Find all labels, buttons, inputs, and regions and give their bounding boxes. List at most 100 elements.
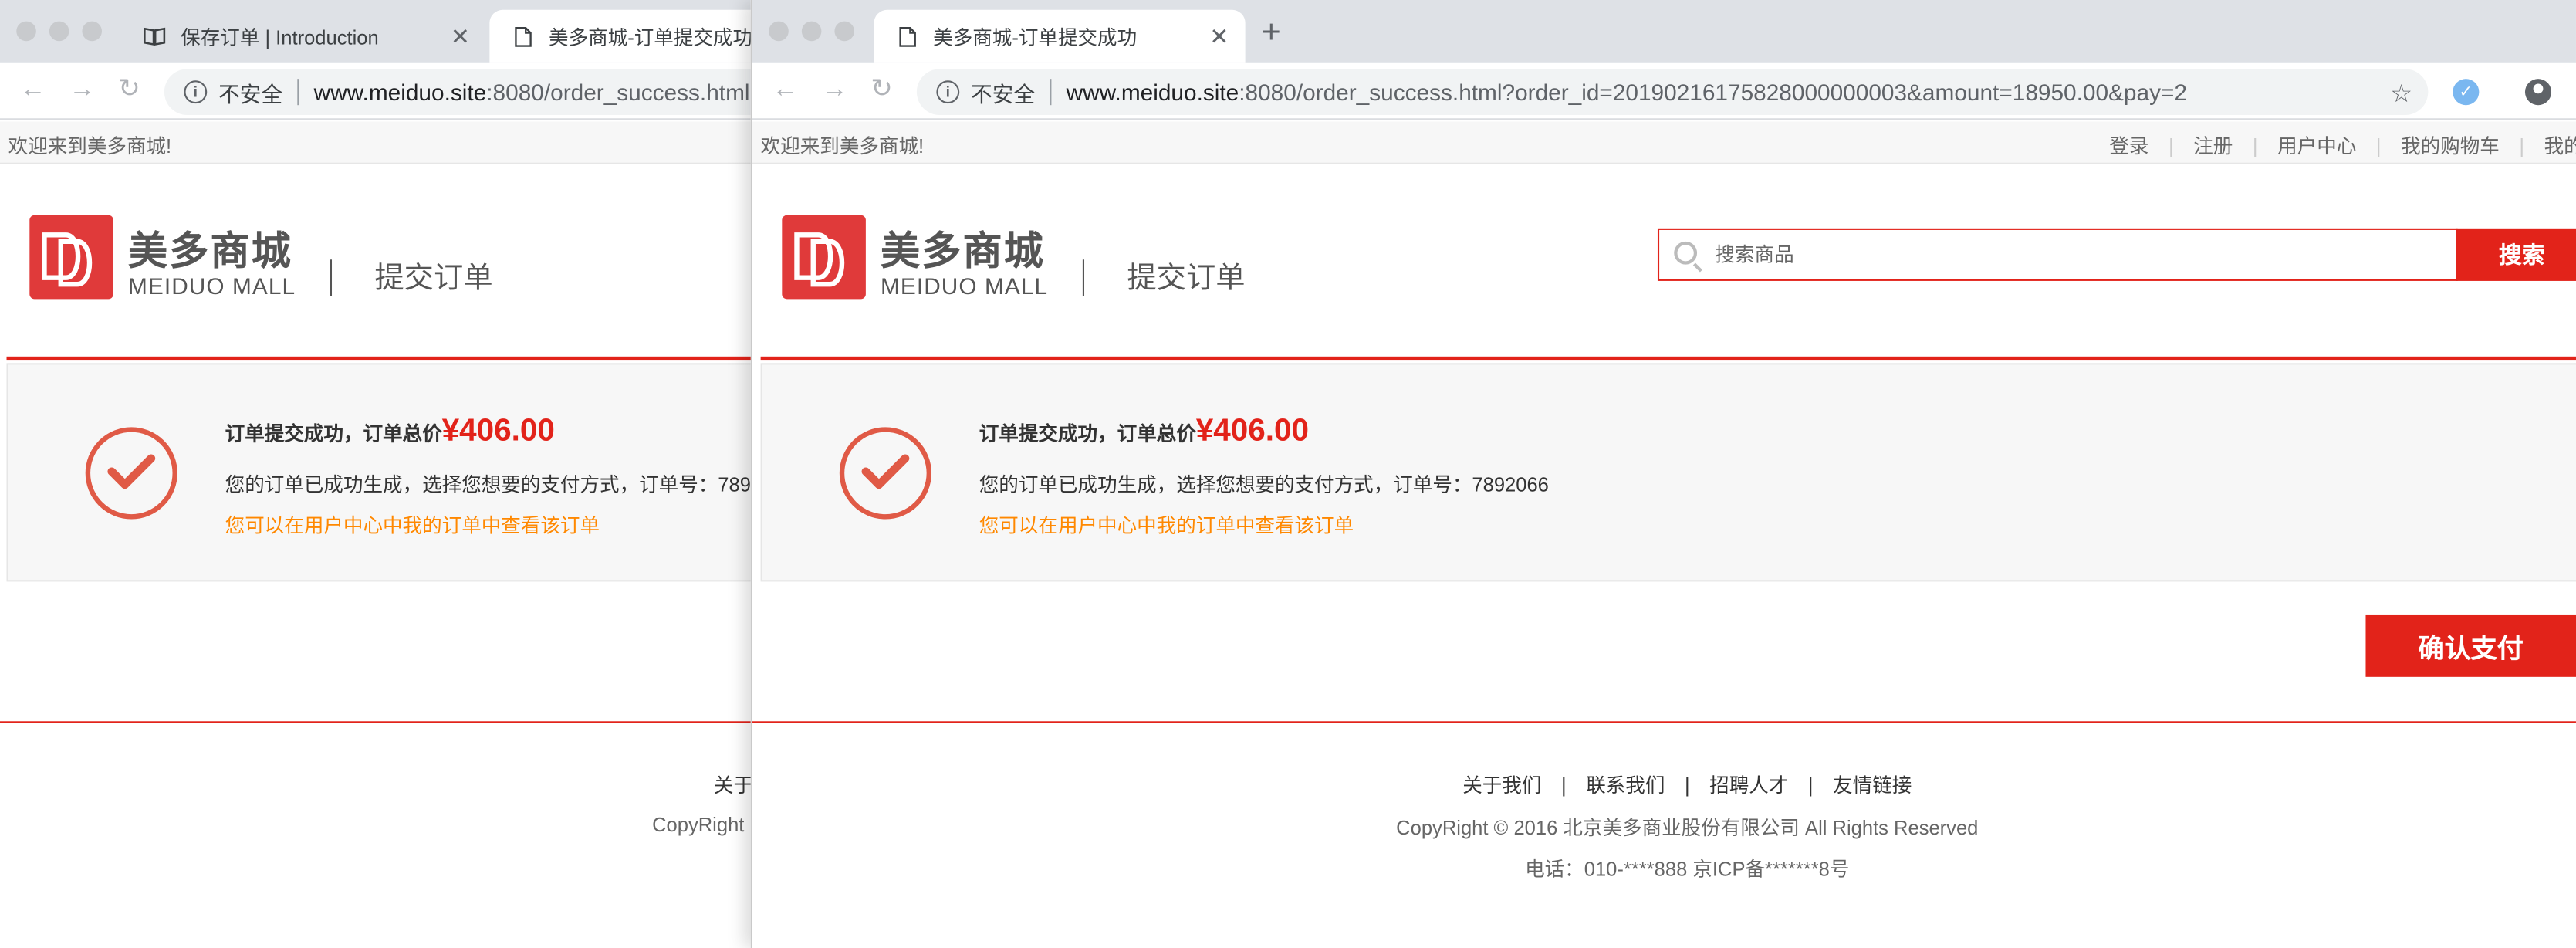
tab-label: 美多商城-订单提交成功 <box>549 25 751 49</box>
divider <box>1050 79 1052 106</box>
user-links: 登录 | 注册 | 用户中心 | 我的购物车 | 我的订单 <box>2109 131 2576 159</box>
divider: | <box>2519 134 2525 158</box>
forward-arrow-icon[interactable]: → <box>69 76 95 105</box>
divider: | <box>1807 774 1814 797</box>
header-divider <box>760 356 2576 361</box>
page-subtitle: 提交订单 <box>1082 259 1246 296</box>
page-subtitle: 提交订单 <box>330 259 493 296</box>
left-browser-window: 保存订单 | Introduction ✕ 美多商城-订单提交成功 ← → ↻ … <box>0 0 751 948</box>
back-arrow-icon[interactable]: ← <box>772 76 799 105</box>
maximize-window-button[interactable] <box>82 21 102 42</box>
order-total: ¥406.00 <box>441 414 555 449</box>
close-tab-icon[interactable]: ✕ <box>451 23 470 51</box>
search-input[interactable] <box>1715 229 2439 279</box>
reload-icon[interactable]: ↻ <box>870 76 893 105</box>
profile-avatar-icon[interactable] <box>2524 79 2552 106</box>
page-content: 欢迎来到美多商城! 登录 | 注册 | 用户中心 | 我的购物车 | 我的订单 美多商城 MEI… <box>752 121 2576 948</box>
tab-label: 保存订单 | Introduction <box>181 25 379 49</box>
top-bar: 欢迎来到美多商城! 登录 | 注册 | 用户中心 | 我的购物车 | 我的订单 <box>752 121 2576 164</box>
new-tab-button[interactable]: + <box>1262 16 1281 49</box>
footer-link-friends[interactable]: 友情链接 <box>1833 774 1912 797</box>
browser-toolbar: ← → ↻ i 不安全 www.meiduo.site:8080/order_s… <box>0 62 751 120</box>
logo-name-en: MEIDUO MALL <box>128 273 296 300</box>
order-tip-link[interactable]: 您可以在用户中心中我的订单中查看该订单 <box>979 511 1354 539</box>
success-panel: 订单提交成功，订单总价¥406.00 您的订单已成功生成，选择您想要的支付方式，… <box>760 363 2576 582</box>
order-info-text: 您的订单已成功生成，选择您想要的支付方式，订单号：789206 <box>225 472 751 496</box>
info-icon[interactable]: i <box>184 80 208 104</box>
login-link[interactable]: 登录 <box>2109 135 2148 158</box>
success-title-text: 订单提交成功，订单总价 <box>979 422 1196 445</box>
logo-mark-icon <box>29 215 113 300</box>
tab-introduction[interactable]: 保存订单 | Introduction ✕ <box>122 10 487 63</box>
close-window-button[interactable] <box>769 21 789 42</box>
security-label: 不安全 <box>971 81 1036 107</box>
reload-icon[interactable]: ↻ <box>118 76 140 105</box>
success-title: 订单提交成功，订单总价¥406.00 <box>979 414 1309 450</box>
logo[interactable]: 美多商城 MEIDUO MALL <box>782 215 1061 307</box>
footer-links: 关于我们 | 联系我们 | 招聘人才 | 友情链接 <box>752 770 2576 798</box>
copyright-text: CopyRight <box>652 813 745 837</box>
my-orders-link[interactable]: 我的订单 <box>2544 135 2576 158</box>
footer-link-contact[interactable]: 联系我们 <box>1586 774 1665 797</box>
search-icon <box>1674 241 1698 265</box>
security-label: 不安全 <box>218 81 283 107</box>
user-center-link[interactable]: 用户中心 <box>2277 135 2356 158</box>
copyright-text: CopyRight © 2016 北京美多商业股份有限公司 All Rights… <box>1396 816 1979 840</box>
welcome-text: 欢迎来到美多商城! <box>760 134 925 158</box>
welcome-text: 欢迎来到美多商城! <box>8 134 172 158</box>
tab-order-success[interactable]: 美多商城-订单提交成功 ✕ <box>874 9 1246 63</box>
page-icon <box>509 23 536 49</box>
logo-name-cn: 美多商城 <box>881 229 1045 275</box>
logo[interactable]: 美多商城 MEIDUO MALL <box>29 215 309 307</box>
divider: | <box>1560 774 1567 797</box>
footer-link-about[interactable]: 关于 <box>714 774 751 797</box>
maximize-window-button[interactable] <box>834 21 854 42</box>
minimize-window-button[interactable] <box>801 21 822 42</box>
bookmark-star-icon[interactable]: ☆ <box>2390 79 2412 108</box>
tab-strip: 保存订单 | Introduction ✕ 美多商城-订单提交成功 <box>0 0 751 63</box>
tab-strip: 美多商城-订单提交成功 ✕ + <box>752 0 2576 63</box>
top-bar: 欢迎来到美多商城! <box>0 121 751 164</box>
divider: | <box>2252 134 2258 158</box>
order-total: ¥406.00 <box>1195 414 1310 449</box>
address-bar[interactable]: i 不安全 www.meiduo.site:8080/order_success… <box>164 69 751 115</box>
footer-links: 关于 <box>0 770 751 798</box>
logo-name-en: MEIDUO MALL <box>881 273 1049 300</box>
back-arrow-icon[interactable]: ← <box>20 76 46 105</box>
register-link[interactable]: 注册 <box>2193 135 2233 158</box>
logo-name-cn: 美多商城 <box>128 229 292 275</box>
close-window-button[interactable] <box>16 21 36 42</box>
success-title: 订单提交成功，订单总价¥406.00 <box>225 414 555 450</box>
footer-link-jobs[interactable]: 招聘人才 <box>1709 774 1788 797</box>
cart-link[interactable]: 我的购物车 <box>2401 135 2500 158</box>
header-divider <box>6 356 751 361</box>
url-host: www.meiduo.site <box>1066 79 1239 106</box>
browser-toolbar: ← → ↻ i 不安全 www.meiduo.site:8080/order_s… <box>752 62 2576 120</box>
divider: | <box>2169 134 2174 158</box>
search-bar: 搜索 <box>1657 228 2576 281</box>
forward-arrow-icon[interactable]: → <box>821 76 847 105</box>
footer-divider <box>752 721 2576 723</box>
tab-order-success[interactable]: 美多商城-订单提交成功 <box>489 9 751 63</box>
search-button[interactable]: 搜索 <box>2456 228 2576 281</box>
url-host: www.meiduo.site <box>313 79 487 106</box>
contact-phone-text: 电话：010-****888 京ICP备*******8号 <box>1525 857 1850 881</box>
right-browser-window: 美多商城-订单提交成功 ✕ + ← → ↻ i 不安全 www.meiduo.s… <box>750 0 2576 948</box>
screen: 保存订单 | Introduction ✕ 美多商城-订单提交成功 ← → ↻ … <box>0 0 2576 948</box>
minimize-window-button[interactable] <box>49 21 69 42</box>
search-box <box>1657 228 2458 281</box>
divider: | <box>1684 774 1690 797</box>
page-content: 欢迎来到美多商城! 美多商城 MEIDUO MALL 提交订单 订单提交成功，订… <box>0 121 751 948</box>
confirm-pay-button[interactable]: 确认支付 <box>2365 614 2576 677</box>
info-icon[interactable]: i <box>936 80 960 104</box>
close-tab-icon[interactable]: ✕ <box>1209 23 1229 51</box>
url-path: :8080/order_success.html <box>486 79 750 106</box>
extension-icon[interactable]: ✓ <box>2453 79 2480 106</box>
tab-label: 美多商城-订单提交成功 <box>933 25 1138 49</box>
order-tip-link[interactable]: 您可以在用户中心中我的订单中查看该订单 <box>225 511 600 539</box>
address-bar[interactable]: i 不安全 www.meiduo.site:8080/order_success… <box>916 69 2429 115</box>
success-title-text: 订单提交成功，订单总价 <box>225 422 442 445</box>
book-icon <box>141 23 167 49</box>
logo-mark-icon <box>782 215 866 300</box>
footer-link-about[interactable]: 关于我们 <box>1462 774 1541 797</box>
